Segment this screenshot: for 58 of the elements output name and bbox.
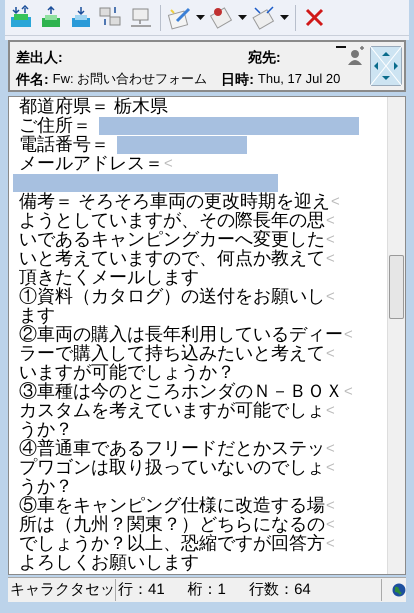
wrap-mark: < <box>326 211 335 230</box>
message-line: 都道府県＝ 栃木県 <box>19 97 168 116</box>
from-label: 差出人: <box>16 48 64 66</box>
wrap-mark: < <box>326 249 335 268</box>
message-line: ⑤車をキャンピング仕様に改造する場 <box>19 496 325 515</box>
message-line: ようとしていますが、その際長年の思 <box>19 211 325 230</box>
line-count-status: 行数：64 <box>249 578 382 602</box>
wrap-mark: < <box>326 230 335 249</box>
column-status: 桁：1 <box>188 580 227 600</box>
message-line: よろしくお願いします <box>19 553 199 572</box>
message-line: うか？ <box>19 477 73 496</box>
wrap-mark: < <box>326 401 335 420</box>
message-line: カスタムを考えていますが可能でしょ <box>19 401 325 420</box>
letter-arrows-icon[interactable] <box>251 4 277 30</box>
wrap-mark: < <box>344 325 353 344</box>
wrap-mark: < <box>331 192 340 211</box>
dropdown-caret-icon[interactable] <box>280 15 289 20</box>
message-line: ご住所＝ <box>19 116 91 135</box>
message-line: いと考えていますので、何点か教えて <box>19 249 325 268</box>
message-line: ラーで購入して持ち込みたいと考えて <box>19 344 325 363</box>
wrap-mark: < <box>326 439 335 458</box>
date-label: 日時: <box>221 70 254 88</box>
wrap-mark: < <box>326 287 335 306</box>
wrap-mark: < <box>326 458 335 477</box>
dropdown-caret-icon[interactable] <box>238 15 247 20</box>
message-line: 電話番号＝ <box>19 135 109 154</box>
message-line: でしょうか？以上、恐縮ですが回答方 <box>19 534 325 553</box>
dropdown-caret-icon[interactable] <box>196 15 205 20</box>
wrap-mark: < <box>164 154 173 173</box>
message-line: 備考＝ そろそろ車両の更改時期を迎え <box>19 192 330 211</box>
add-contact-icon[interactable] <box>336 44 366 66</box>
message-line: プワゴンは取り扱っていないのでしょ <box>19 458 325 477</box>
wrap-mark: < <box>326 344 335 363</box>
message-line: メールアドレス＝ <box>19 154 163 173</box>
message-line: いますが可能でしょうか？ <box>19 363 235 382</box>
message-line: いであるキャンピングカーへ変更した <box>19 230 325 249</box>
wrap-mark: < <box>326 496 335 515</box>
scrollbar[interactable] <box>387 97 405 574</box>
message-line: ④普通車であるフリードだとかステッ <box>19 439 325 458</box>
to-label: 宛先: <box>248 48 281 66</box>
message-line: うか？ <box>19 420 73 439</box>
message-line: ②車両の購入は長年利用しているディー <box>19 325 343 344</box>
subject-value: Fw: お問い合わせフォーム <box>52 70 208 88</box>
message-line: 所は（九州？関東？）どちらになるの <box>19 515 325 534</box>
navigation-pad-icon[interactable] <box>370 46 402 86</box>
wrap-mark: < <box>326 534 335 553</box>
message-line: ます <box>19 306 55 325</box>
message-line: 頂きたくメールします <box>19 268 199 287</box>
line-status: 行：41 <box>118 580 166 600</box>
message-line: ③車種は今のところホンダのＮ－ＢＯＸ <box>19 382 343 401</box>
globe-icon <box>392 583 406 597</box>
scrollbar-thumb[interactable] <box>389 255 404 319</box>
wrap-mark: < <box>344 382 353 401</box>
message-line: ①資料（カタログ）の送付をお願いし <box>19 287 325 306</box>
subject-label: 件名: <box>16 70 49 88</box>
charset-status: キャラクタセッ <box>8 578 116 602</box>
date-value: Thu, 17 Jul 20 <box>258 70 340 88</box>
wrap-mark: < <box>326 515 335 534</box>
